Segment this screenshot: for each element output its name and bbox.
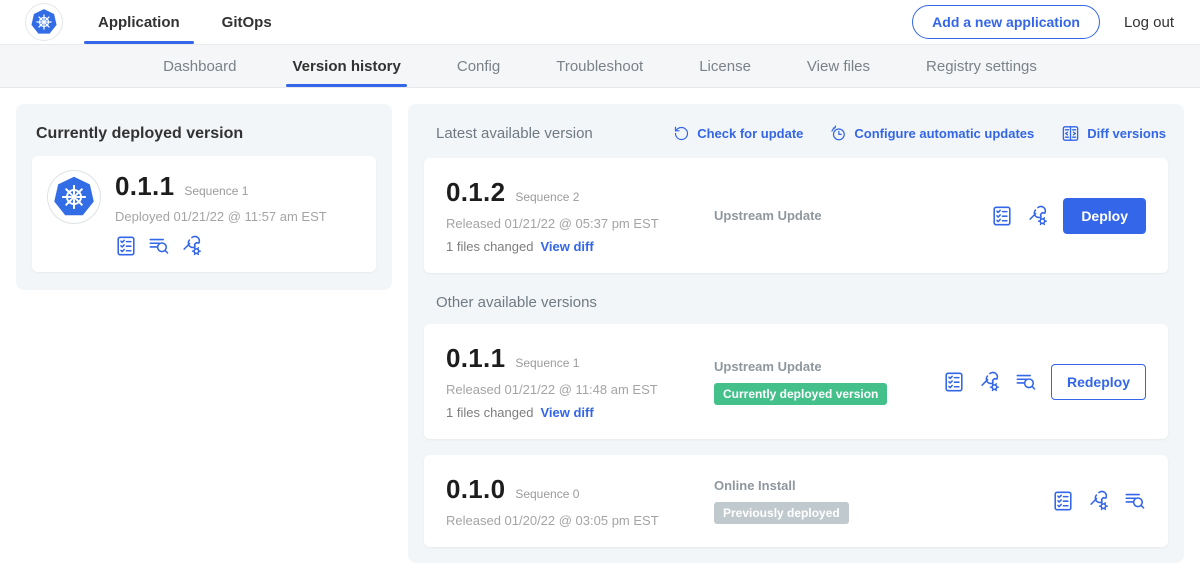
sequence-label: Sequence 0 — [515, 487, 579, 501]
version-info: 0.1.0 Sequence 0 Released 01/20/22 @ 03:… — [446, 474, 714, 528]
latest-version-title: Latest available version — [436, 125, 593, 142]
app-subnav: Dashboard Version history Config Trouble… — [0, 45, 1200, 88]
source-label: Upstream Update — [714, 208, 822, 223]
tab-gitops[interactable]: GitOps — [222, 0, 272, 44]
deploy-button[interactable]: Deploy — [1063, 198, 1146, 234]
diff-versions-link[interactable]: Diff versions — [1061, 124, 1166, 143]
view-diff-link[interactable]: View diff — [540, 405, 593, 420]
check-for-update-link[interactable]: Check for update — [673, 125, 803, 142]
app-tabs: Application GitOps — [98, 0, 314, 44]
currently-deployed-card: 0.1.1 Sequence 1 Deployed 01/21/22 @ 11:… — [32, 156, 376, 272]
currently-deployed-badge: Currently deployed version — [714, 383, 887, 405]
diff-icon — [1061, 124, 1080, 143]
version-row-actions: Redeploy — [943, 364, 1146, 400]
version-actions: Check for update Configure automatic upd… — [673, 124, 1166, 143]
deploy-logs-icon[interactable] — [148, 235, 170, 257]
preflight-checks-icon[interactable] — [943, 371, 965, 393]
subnav-tab-dashboard[interactable]: Dashboard — [163, 45, 236, 87]
version-source: Upstream Update Currently deployed versi… — [714, 359, 943, 405]
version-source: Online Install Previously deployed — [714, 478, 1052, 524]
preflight-checks-icon[interactable] — [115, 235, 137, 257]
deployed-actions — [115, 235, 327, 257]
version-history-panel: Latest available version Check for updat… — [408, 104, 1184, 563]
logout-link[interactable]: Log out — [1124, 14, 1174, 31]
subnav-tab-registry-settings[interactable]: Registry settings — [926, 45, 1037, 87]
released-timestamp: Released 01/20/22 @ 03:05 pm EST — [446, 513, 714, 528]
previously-deployed-badge: Previously deployed — [714, 502, 849, 524]
other-versions-heading: Other available versions — [436, 294, 1166, 311]
deploy-logs-icon[interactable] — [1124, 490, 1146, 512]
deployed-version-info: 0.1.1 Sequence 1 Deployed 01/21/22 @ 11:… — [115, 171, 327, 257]
subnav-tab-view-files[interactable]: View files — [807, 45, 870, 87]
version-row-actions — [1052, 490, 1146, 512]
app-logo — [48, 171, 100, 223]
refresh-icon — [673, 125, 690, 142]
version-row-0-1-1: 0.1.1 Sequence 1 Released 01/21/22 @ 11:… — [424, 324, 1168, 439]
subnav-tab-license[interactable]: License — [699, 45, 751, 87]
version-info: 0.1.1 Sequence 1 Released 01/21/22 @ 11:… — [446, 343, 714, 420]
files-changed: 1 files changedView diff — [446, 239, 714, 254]
edit-config-icon[interactable] — [1027, 205, 1049, 227]
tab-gitops-label: GitOps — [222, 14, 272, 31]
tab-application[interactable]: Application — [98, 0, 180, 44]
version-number: 0.1.1 — [446, 343, 505, 374]
subnav-tab-troubleshoot[interactable]: Troubleshoot — [556, 45, 643, 87]
released-timestamp: Released 01/21/22 @ 05:37 pm EST — [446, 216, 714, 231]
edit-config-icon[interactable] — [1088, 490, 1110, 512]
add-application-button[interactable]: Add a new application — [912, 5, 1100, 39]
kubernetes-logo — [26, 4, 62, 40]
version-info: 0.1.2 Sequence 2 Released 01/21/22 @ 05:… — [446, 177, 714, 254]
edit-config-icon[interactable] — [979, 371, 1001, 393]
deployed-timestamp: Deployed 01/21/22 @ 11:57 am EST — [115, 209, 327, 224]
released-timestamp: Released 01/21/22 @ 11:48 am EST — [446, 382, 714, 397]
deployed-sequence-label: Sequence 1 — [184, 184, 248, 198]
latest-version-header: Latest available version Check for updat… — [436, 124, 1166, 143]
version-row-actions: Deploy — [991, 198, 1146, 234]
main-content: Currently deployed version 0.1.1 Sequenc… — [0, 88, 1200, 579]
redeploy-button[interactable]: Redeploy — [1051, 364, 1146, 400]
preflight-checks-icon[interactable] — [991, 205, 1013, 227]
preflight-checks-icon[interactable] — [1052, 490, 1074, 512]
diff-versions-label: Diff versions — [1087, 126, 1166, 141]
subnav-tab-config[interactable]: Config — [457, 45, 500, 87]
nav-right: Add a new application Log out — [912, 0, 1174, 44]
edit-config-icon[interactable] — [181, 235, 203, 257]
version-row-0-1-0: 0.1.0 Sequence 0 Released 01/20/22 @ 03:… — [424, 455, 1168, 547]
files-changed: 1 files changedView diff — [446, 405, 714, 420]
sequence-label: Sequence 1 — [515, 356, 579, 370]
currently-deployed-panel: Currently deployed version 0.1.1 Sequenc… — [16, 104, 392, 290]
currently-deployed-title: Currently deployed version — [36, 125, 376, 143]
configure-automatic-updates-link[interactable]: Configure automatic updates — [830, 125, 1034, 142]
configure-automatic-updates-label: Configure automatic updates — [854, 126, 1034, 141]
version-source: Upstream Update — [714, 208, 991, 223]
deploy-logs-icon[interactable] — [1015, 371, 1037, 393]
check-for-update-label: Check for update — [697, 126, 803, 141]
source-label: Upstream Update — [714, 359, 822, 374]
version-number: 0.1.0 — [446, 474, 505, 505]
deployed-version-number: 0.1.1 — [115, 171, 174, 202]
subnav-tab-version-history[interactable]: Version history — [292, 45, 400, 87]
sequence-label: Sequence 2 — [515, 190, 579, 204]
schedule-update-icon — [830, 125, 847, 142]
version-number: 0.1.2 — [446, 177, 505, 208]
version-row-0-1-2: 0.1.2 Sequence 2 Released 01/21/22 @ 05:… — [424, 158, 1168, 273]
source-label: Online Install — [714, 478, 796, 493]
top-nav: Application GitOps Add a new application… — [0, 0, 1200, 45]
view-diff-link[interactable]: View diff — [540, 239, 593, 254]
tab-application-label: Application — [98, 14, 180, 31]
